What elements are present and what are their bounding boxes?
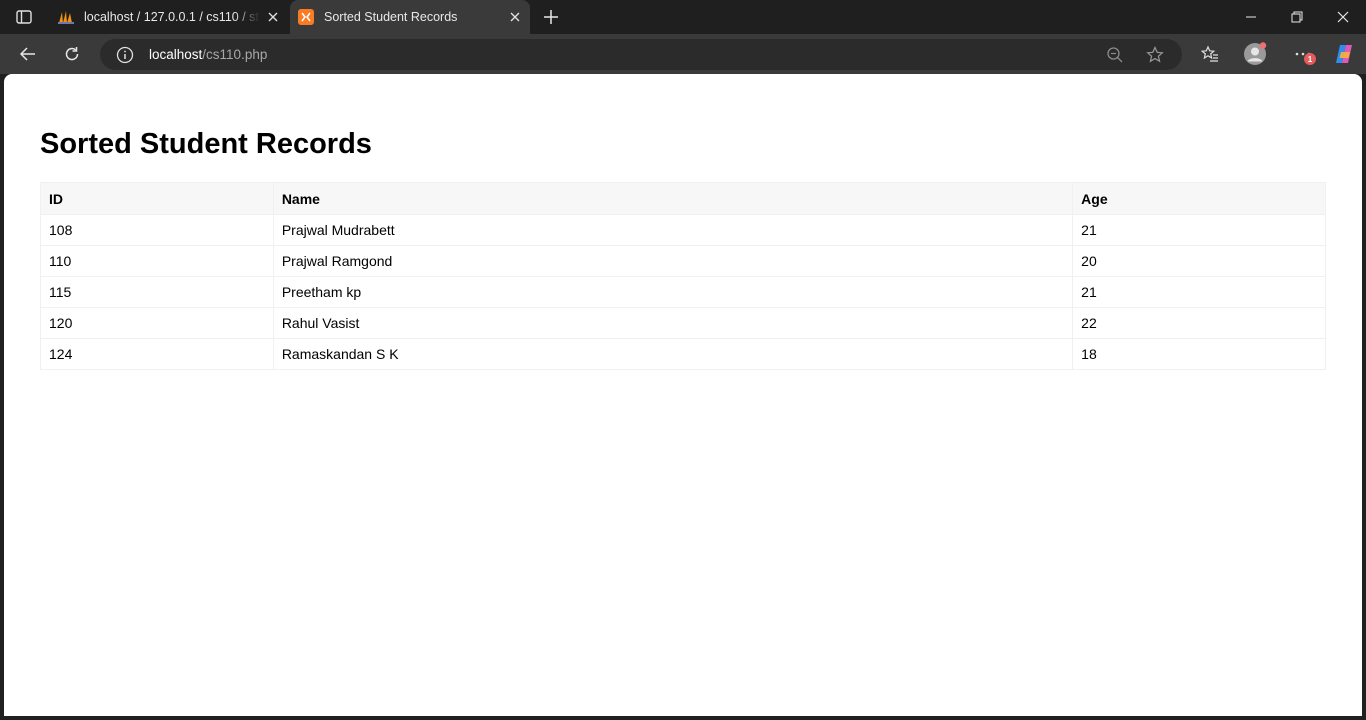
notification-badge: 1: [1304, 53, 1316, 65]
cell-id: 120: [40, 307, 274, 339]
restore-icon: [1291, 11, 1303, 23]
url-host: localhost: [149, 47, 203, 62]
cell-age: 20: [1072, 245, 1326, 277]
xampp-icon: [298, 9, 314, 25]
cell-id: 115: [40, 276, 274, 308]
plus-icon: [544, 10, 558, 24]
refresh-button[interactable]: [59, 42, 85, 66]
table-row: 115 Preetham kp 21: [40, 276, 1326, 308]
cell-age: 22: [1072, 307, 1326, 339]
table-row: 110 Prajwal Ramgond 20: [40, 245, 1326, 277]
url-path: /cs110.php: [202, 47, 268, 62]
avatar: [1244, 42, 1267, 65]
student-records-table: ID Name Age 108 Prajwal Mudrabett 21 110…: [40, 182, 1326, 370]
cell-age: 18: [1072, 338, 1326, 370]
table-header-row: ID Name Age: [40, 182, 1326, 215]
copilot-icon: [1336, 45, 1352, 63]
favorites-icon: [1201, 45, 1218, 62]
column-header-id: ID: [40, 182, 274, 215]
close-icon: [1337, 11, 1349, 23]
page-title: Sorted Student Records: [40, 128, 372, 160]
column-header-age: Age: [1072, 182, 1326, 215]
browser-toolbar: localhost/cs110.php 1: [0, 34, 1366, 74]
profile-button[interactable]: [1242, 41, 1268, 67]
cell-name: Preetham kp: [272, 276, 1074, 308]
url-text: localhost/cs110.php: [149, 47, 267, 62]
refresh-icon: [65, 47, 79, 61]
favorite-star-icon[interactable]: [1146, 46, 1164, 64]
cell-name: Ramaskandan S K: [272, 338, 1074, 370]
new-tab-button[interactable]: [540, 6, 562, 28]
close-tab-icon[interactable]: [508, 10, 522, 24]
phpmyadmin-icon: [58, 11, 74, 24]
address-bar[interactable]: localhost/cs110.php: [100, 39, 1182, 70]
tab-title: Sorted Student Records: [324, 10, 458, 24]
close-window-button[interactable]: [1320, 0, 1366, 34]
cell-name: Prajwal Mudrabett: [272, 214, 1074, 246]
minimize-button[interactable]: [1228, 0, 1274, 34]
cell-name: Rahul Vasist: [272, 307, 1074, 339]
cell-age: 21: [1072, 276, 1326, 308]
column-header-name: Name: [272, 182, 1074, 215]
back-button[interactable]: [15, 42, 41, 66]
tab-sorted-student-records[interactable]: Sorted Student Records: [290, 0, 530, 34]
table-row: 120 Rahul Vasist 22: [40, 307, 1326, 339]
page-viewport: Sorted Student Records ID Name Age 108 P…: [4, 74, 1362, 716]
tab-phpmyadmin[interactable]: localhost / 127.0.0.1 / cs110 / students: [50, 0, 288, 34]
table-row: 124 Ramaskandan S K 18: [40, 338, 1326, 370]
close-tab-icon[interactable]: [266, 10, 280, 24]
tab-actions-icon: [16, 10, 32, 24]
back-arrow-icon: [20, 47, 35, 61]
favorites-button[interactable]: [1197, 42, 1223, 66]
cell-id: 124: [40, 338, 274, 370]
tab-actions-button[interactable]: [12, 6, 36, 28]
tab-strip: localhost / 127.0.0.1 / cs110 / students…: [0, 0, 1366, 34]
cell-id: 108: [40, 214, 274, 246]
cell-id: 110: [40, 245, 274, 277]
tab-title: localhost / 127.0.0.1 / cs110 / students: [84, 10, 260, 24]
cell-name: Prajwal Ramgond: [272, 245, 1074, 277]
cell-age: 21: [1072, 214, 1326, 246]
site-info-icon[interactable]: [116, 46, 134, 64]
table-row: 108 Prajwal Mudrabett 21: [40, 214, 1326, 246]
zoom-out-icon[interactable]: [1106, 46, 1124, 64]
copilot-button[interactable]: [1331, 42, 1357, 66]
minimize-icon: [1246, 16, 1256, 18]
restore-button[interactable]: [1274, 0, 1320, 34]
